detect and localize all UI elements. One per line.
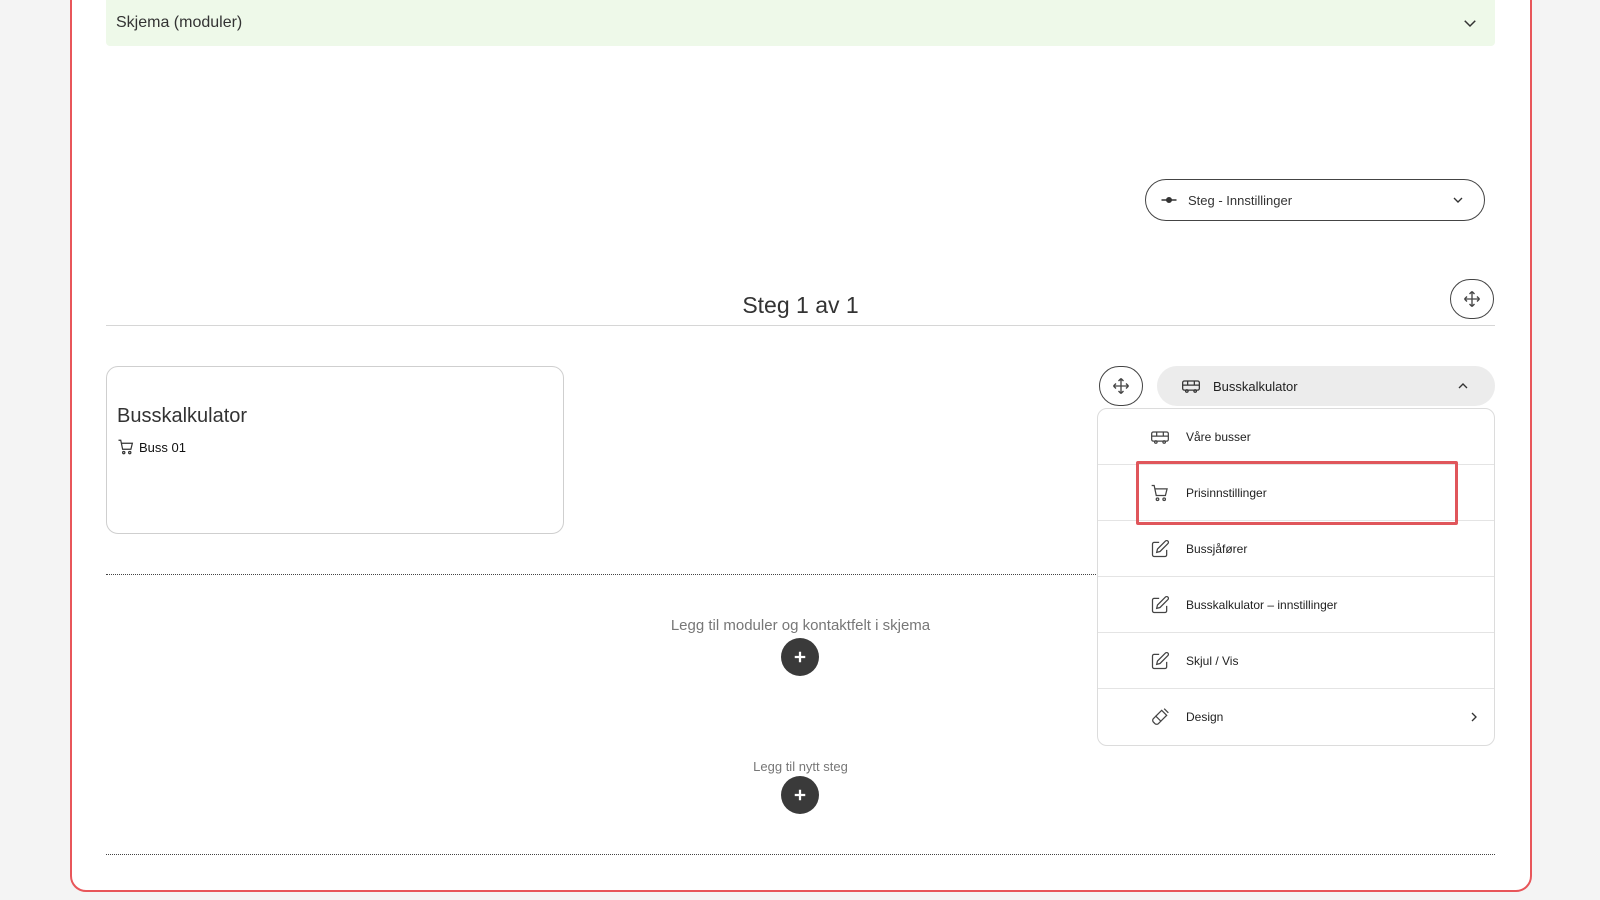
module-menu-title: Busskalkulator — [1213, 378, 1298, 394]
edit-icon — [1151, 539, 1169, 557]
commit-icon — [1161, 197, 1177, 203]
chevron-down-icon — [1464, 20, 1476, 28]
bus-icon — [1182, 380, 1200, 393]
plus-icon — [794, 789, 806, 801]
menu-item-label: Prisinnstillinger — [1186, 485, 1267, 500]
menu-item-busskalkulator-innstillinger[interactable]: Busskalkulator – innstillinger — [1098, 577, 1494, 633]
module-menu-toggle[interactable]: Busskalkulator — [1157, 366, 1495, 406]
edit-icon — [1151, 651, 1169, 669]
cart-icon — [118, 439, 134, 455]
step-settings-label: Steg - Innstillinger — [1188, 192, 1293, 208]
menu-item-bussjaforer[interactable]: Bussjåfører — [1098, 521, 1494, 577]
chevron-down-icon — [1453, 197, 1463, 203]
module-card-item-label: Buss 01 — [139, 439, 186, 455]
edit-icon — [1151, 595, 1169, 613]
schema-accordion[interactable]: Skjema (moduler) — [106, 0, 1495, 46]
dotted-divider — [106, 854, 1495, 855]
add-module-button[interactable] — [781, 638, 819, 676]
module-menu: Våre busser Prisinnstillinger Bussjåføre… — [1097, 408, 1495, 746]
step-move-button[interactable] — [1450, 279, 1494, 319]
step-title: Steg 1 av 1 — [742, 292, 859, 318]
bus-icon — [1151, 430, 1169, 444]
menu-item-design[interactable]: Design — [1098, 689, 1494, 745]
plus-icon — [794, 651, 806, 663]
module-card-item: Buss 01 — [117, 438, 553, 456]
add-step-button[interactable] — [781, 776, 819, 814]
step-divider — [106, 325, 1495, 326]
menu-item-label: Bussjåfører — [1186, 541, 1248, 556]
chevron-up-icon — [1458, 383, 1468, 389]
module-card-title: Busskalkulator — [117, 405, 248, 427]
menu-item-label: Busskalkulator – innstillinger — [1186, 597, 1338, 612]
move-icon — [1464, 291, 1480, 307]
menu-item-label: Design — [1186, 710, 1224, 724]
brush-icon — [1152, 708, 1169, 725]
cart-icon — [1151, 484, 1168, 501]
move-icon — [1113, 378, 1129, 394]
menu-item-skjul-vis[interactable]: Skjul / Vis — [1098, 633, 1494, 689]
menu-item-prisinnstillinger[interactable]: Prisinnstillinger — [1098, 465, 1494, 521]
menu-item-label: Skjul / Vis — [1186, 653, 1239, 668]
module-card[interactable]: Busskalkulator Buss 01 — [106, 366, 564, 534]
add-step-label: Legg til nytt steg — [753, 759, 848, 774]
step-settings-dropdown[interactable]: Steg - Innstillinger — [1145, 179, 1485, 221]
menu-item-label: Våre busser — [1186, 429, 1251, 444]
accordion-title: Skjema (moduler) — [116, 14, 243, 31]
dotted-divider — [106, 574, 1098, 575]
menu-item-vare-busser[interactable]: Våre busser — [1098, 409, 1494, 465]
module-move-button[interactable] — [1099, 366, 1143, 406]
chevron-right-icon — [1471, 712, 1477, 722]
